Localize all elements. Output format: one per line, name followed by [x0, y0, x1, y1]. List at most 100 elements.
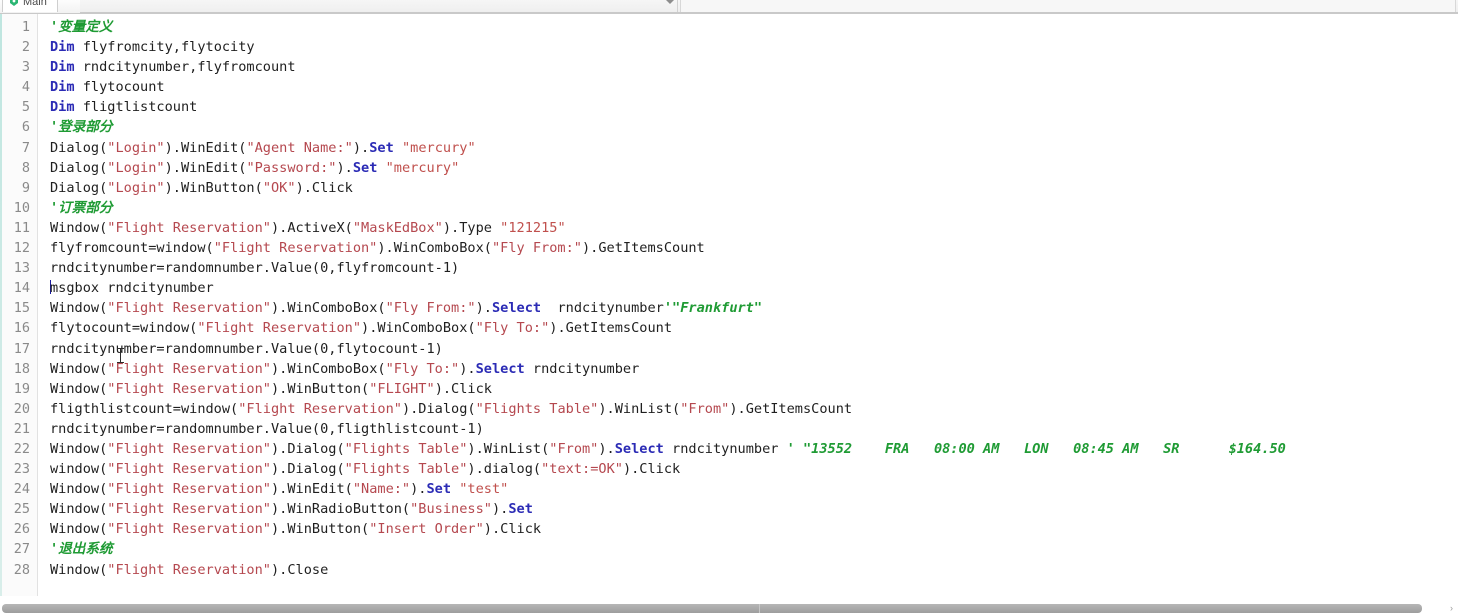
code-line[interactable]: Dim flyfromcity,flytocity — [50, 37, 1458, 57]
code-token-id: flyfromcount=window( — [50, 240, 214, 257]
code-token-str: "Flight Reservation" — [107, 521, 271, 538]
code-token-id: ). — [475, 300, 492, 317]
code-token-id: ).WinButton( — [270, 380, 370, 397]
code-token-id: msgbox rndcitynumber — [50, 280, 214, 297]
code-line[interactable]: Dialog("Login").WinButton("OK").Click — [50, 178, 1458, 198]
line-number: 9 — [21, 179, 30, 196]
code-token-id: Window( — [50, 521, 108, 538]
line-number: 3 — [21, 59, 30, 76]
code-token-str: "From" — [549, 440, 599, 457]
code-line[interactable]: Window("Flight Reservation").Dialog("Fli… — [50, 439, 1458, 459]
code-token-id: Window( — [50, 219, 108, 236]
code-token-str: "Login" — [107, 139, 165, 156]
code-line[interactable]: Dialog("Login").WinEdit("Password:").Set… — [50, 158, 1458, 178]
code-token-kw: Set — [352, 159, 378, 176]
code-token-str2: "121215" — [500, 219, 566, 236]
line-number: 24 — [13, 481, 30, 498]
code-token-str: "Flight Reservation" — [107, 300, 271, 317]
code-token-id: ).WinList( — [467, 440, 550, 457]
line-number: 14 — [13, 280, 30, 297]
code-line[interactable]: Dim flytocount — [50, 77, 1458, 97]
line-number: 17 — [13, 340, 30, 357]
code-line[interactable]: Dim rndcitynumber,flyfromcount — [50, 57, 1458, 77]
line-number: 19 — [13, 380, 30, 397]
code-line[interactable]: Window("Flight Reservation").WinEdit("Na… — [50, 479, 1458, 499]
code-token-str: "Flight Reservation" — [107, 561, 271, 578]
code-token-str: "Flight Reservation" — [213, 240, 378, 257]
code-line[interactable]: Window("Flight Reservation").ActiveX("Ma… — [50, 218, 1458, 238]
code-token-str: "Fly To:" — [475, 320, 550, 337]
code-line[interactable]: Window("Flight Reservation").WinComboBox… — [50, 298, 1458, 318]
code-token-kw: Set — [508, 501, 533, 518]
code-token-id: flyfromcity,flytocity — [74, 39, 255, 56]
scrollbar-track[interactable]: › — [0, 600, 1458, 614]
code-line[interactable]: '变量定义 — [50, 17, 1458, 37]
code-token-id: ). — [459, 360, 476, 377]
code-line[interactable]: '登录部分 — [50, 117, 1458, 137]
code-token-com: '登录部分 — [50, 119, 113, 136]
code-token-id: rndcitynumber=randomnumber.Value(0,fligt… — [50, 420, 484, 437]
code-token-id: ).Dialog( — [270, 461, 345, 478]
code-token-str: "Flight Reservation" — [107, 461, 271, 478]
code-token-str: "Flights Table" — [475, 400, 599, 417]
code-line[interactable]: flyfromcount=window("Flight Reservation"… — [50, 238, 1458, 258]
tab-main[interactable]: Main — [2, 0, 58, 12]
code-line[interactable]: Window("Flight Reservation").WinButton("… — [50, 379, 1458, 399]
code-line[interactable]: rndcitynumber=randomnumber.Value(0,flyfr… — [50, 258, 1458, 278]
code-line[interactable]: '退出系统 — [50, 539, 1458, 559]
line-number: 20 — [13, 400, 30, 417]
code-content[interactable]: '变量定义 Dim flyfromcity,flytocity Dim rndcit… — [38, 14, 1458, 596]
code-line[interactable]: window("Flight Reservation").Dialog("Fli… — [50, 459, 1458, 479]
code-token-str: "Fly To:" — [385, 360, 460, 377]
code-token-str: "Flight Reservation" — [107, 440, 271, 457]
line-number-gutter: 1 2 3 4 5 6 7 8 9 10 11 12 13 14 15 16 17 18 19 20 21 22 23 24 2… — [0, 14, 38, 596]
code-token-str: "FLIGHT" — [369, 380, 435, 397]
code-token-id: rndcitynumber,flyfromcount — [74, 59, 296, 76]
line-number: 2 — [21, 39, 30, 56]
code-line[interactable]: Window("Flight Reservation").WinRadioBut… — [50, 499, 1458, 519]
line-number: 7 — [21, 139, 30, 156]
code-token-id: ).WinComboBox( — [377, 240, 492, 257]
code-line[interactable]: flytocount=window("Flight Reservation").… — [50, 318, 1458, 338]
code-token-str: "Flight Reservation" — [107, 380, 271, 397]
horizontal-scrollbar[interactable]: › — [0, 596, 1458, 614]
code-token-com: '"Frankfurt" — [663, 300, 763, 317]
line-number: 16 — [13, 320, 30, 337]
line-number: 11 — [13, 219, 30, 236]
code-token-id: Dialog( — [50, 159, 108, 176]
code-editor[interactable]: 1 2 3 4 5 6 7 8 9 10 11 12 13 14 15 16 17 18 19 20 21 22 23 24 2… — [0, 14, 1458, 596]
code-token-str: "Login" — [107, 159, 165, 176]
code-token-id: ).Click — [434, 380, 492, 397]
code-token-id: ).Dialog( — [270, 440, 345, 457]
code-token-com: '订票部分 — [50, 199, 113, 216]
code-token-str: "Login" — [107, 179, 165, 196]
code-line[interactable]: '订票部分 — [50, 198, 1458, 218]
code-token-kw: Dim — [50, 99, 75, 116]
code-line[interactable]: Window("Flight Reservation").WinComboBox… — [50, 359, 1458, 379]
code-token-str: "Flight Reservation" — [238, 400, 402, 417]
code-token-id: Dialog( — [50, 139, 108, 156]
code-token-kw: Dim — [50, 39, 75, 56]
line-number: 18 — [13, 360, 30, 377]
code-line[interactable]: rndcitynumber=randomnumber.Value(0,fligt… — [50, 419, 1458, 439]
code-token-id: ).Dialog( — [401, 400, 476, 417]
scrollbar-thumb[interactable] — [2, 604, 1422, 613]
code-token-id: ).dialog( — [467, 461, 542, 478]
chevron-down-icon[interactable] — [666, 0, 674, 4]
code-line[interactable]: msgbox rndcitynumber — [50, 278, 1458, 298]
scroll-right-arrow-icon[interactable]: › — [1450, 603, 1456, 614]
secondary-pane-tab[interactable] — [680, 0, 1456, 12]
code-token-id: rndcitynumber — [524, 360, 640, 377]
code-token-id: window( — [50, 461, 108, 478]
code-line[interactable]: fligthlistcount=window("Flight Reservati… — [50, 399, 1458, 419]
code-line[interactable]: Dim fligtlistcount — [50, 97, 1458, 117]
line-number: 26 — [13, 521, 30, 538]
code-token-id: Window( — [50, 380, 108, 397]
code-line[interactable]: Dialog("Login").WinEdit("Agent Name:").S… — [50, 138, 1458, 158]
code-token-com: '变量定义 — [50, 19, 113, 35]
code-line[interactable]: rndcitynumber=randomnumber.Value(0,flyto… — [50, 339, 1458, 359]
code-line[interactable]: Window("Flight Reservation").WinButton("… — [50, 519, 1458, 539]
code-line[interactable]: Window("Flight Reservation").Close — [50, 560, 1458, 580]
line-number: 6 — [21, 119, 30, 136]
code-token-id: ).Type — [442, 219, 501, 236]
